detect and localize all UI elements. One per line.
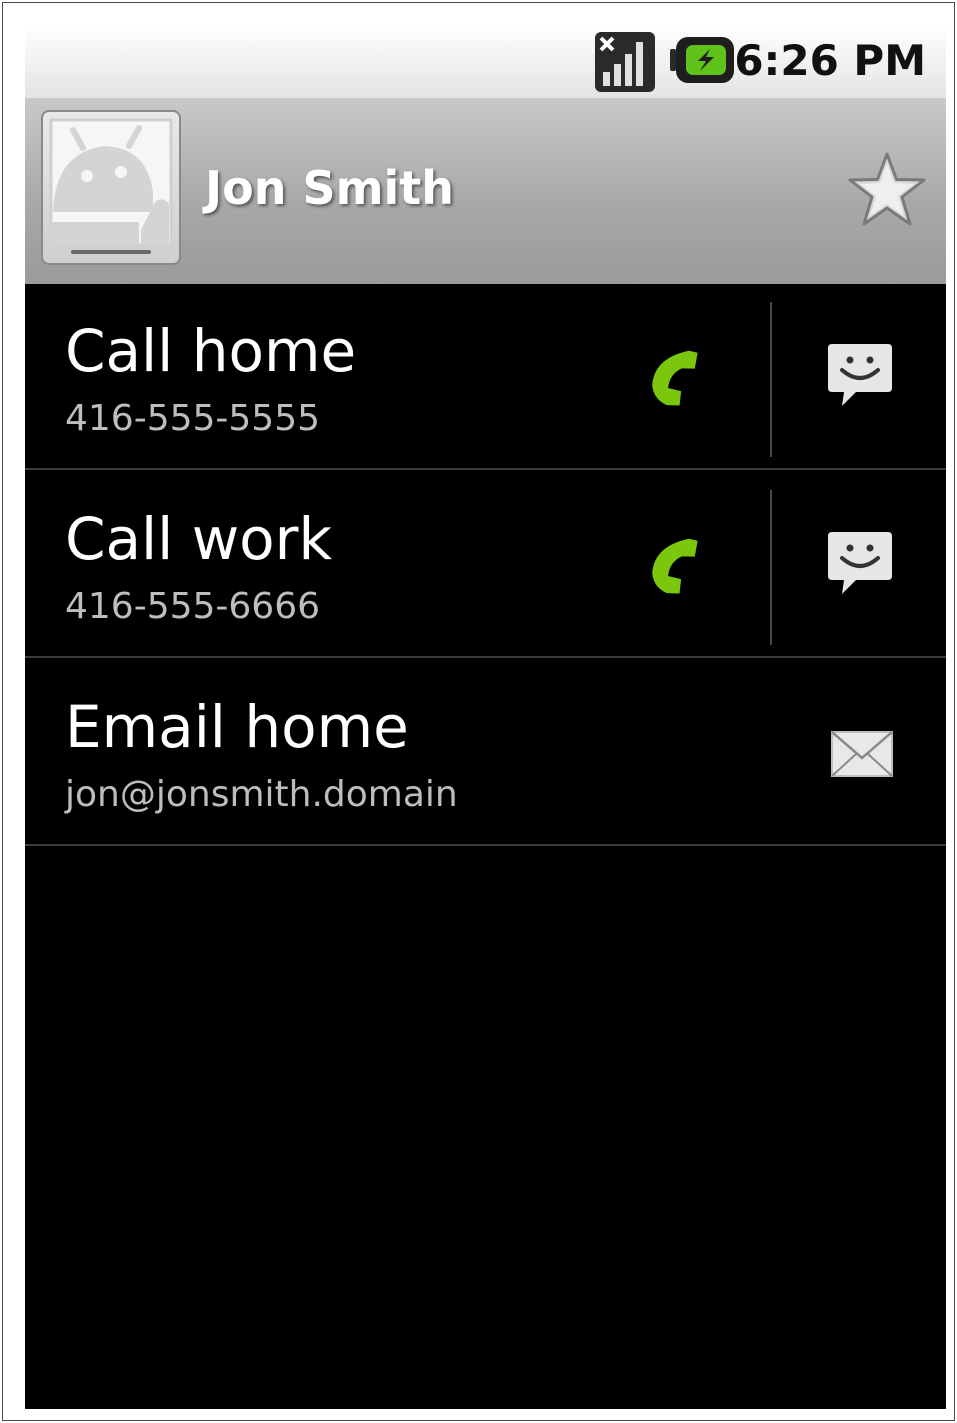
signal-no-service-icon [595, 32, 655, 92]
sms-button[interactable] [772, 472, 946, 656]
contact-name: Jon Smith [205, 161, 455, 215]
status-bar: 6:26 PM [25, 23, 946, 98]
row-divider [25, 656, 946, 658]
action-title: Call work [65, 505, 333, 573]
sms-button[interactable] [772, 284, 946, 468]
row-divider [25, 468, 946, 470]
action-subtitle: jon@jonsmith.domain [65, 774, 458, 815]
sms-icon [828, 532, 892, 594]
row-divider [25, 844, 946, 846]
action-title: Call home [65, 317, 357, 385]
action-subtitle: 416-555-5555 [65, 398, 321, 439]
action-title: Email home [65, 693, 409, 761]
status-clock: 6:26 PM [734, 36, 926, 85]
star-outline-icon[interactable] [847, 150, 927, 230]
list-item[interactable]: Call work 416-555-6666 [25, 472, 946, 658]
android-avatar-icon[interactable] [41, 110, 181, 265]
list-item[interactable]: Call home 416-555-5555 [25, 284, 946, 470]
phone-icon [652, 350, 698, 406]
action-subtitle: 416-555-6666 [65, 586, 321, 627]
phone-icon [652, 538, 698, 594]
contact-header: Jon Smith [25, 98, 946, 284]
list-item[interactable]: Email home jon@jonsmith.domain [25, 660, 946, 846]
sms-icon [828, 344, 892, 406]
phone-screen: 6:26 PM Jon Smith Call home 416-555-5555… [25, 23, 946, 1409]
battery-charging-icon [670, 37, 734, 83]
email-icon [831, 731, 893, 777]
device-frame: 6:26 PM Jon Smith Call home 416-555-5555… [2, 2, 955, 1421]
